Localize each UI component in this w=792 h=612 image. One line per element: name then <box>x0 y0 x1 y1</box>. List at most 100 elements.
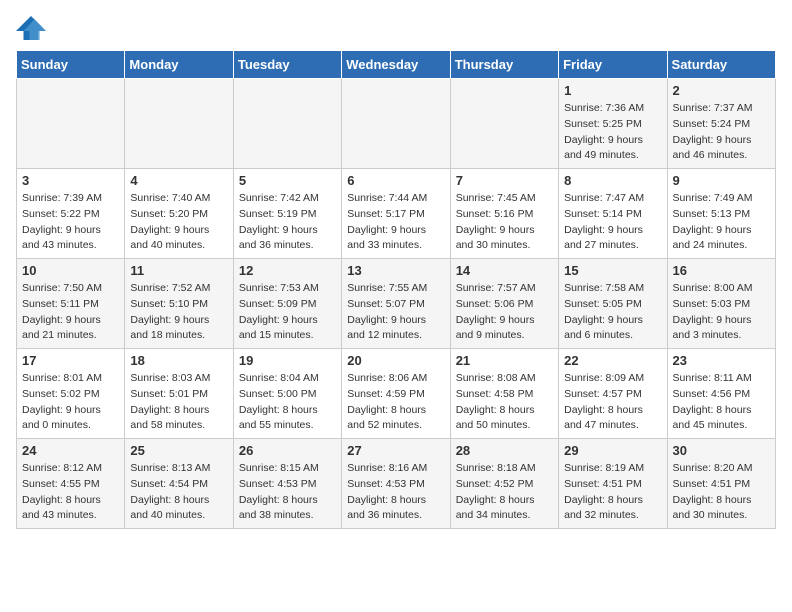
calendar-cell: 1 Sunrise: 7:36 AMSunset: 5:25 PMDayligh… <box>559 79 667 169</box>
calendar-header: Sunday Monday Tuesday Wednesday Thursday… <box>17 51 776 79</box>
day-info: Sunrise: 7:42 AMSunset: 5:19 PMDaylight:… <box>239 191 336 254</box>
day-info: Sunrise: 8:19 AMSunset: 4:51 PMDaylight:… <box>564 461 661 524</box>
day-number: 11 <box>130 263 227 278</box>
day-number: 22 <box>564 353 661 368</box>
day-number: 28 <box>456 443 553 458</box>
day-info: Sunrise: 8:13 AMSunset: 4:54 PMDaylight:… <box>130 461 227 524</box>
day-info: Sunrise: 8:08 AMSunset: 4:58 PMDaylight:… <box>456 371 553 434</box>
calendar-cell <box>342 79 450 169</box>
day-number: 24 <box>22 443 119 458</box>
calendar-cell: 19 Sunrise: 8:04 AMSunset: 5:00 PMDaylig… <box>233 349 341 439</box>
day-number: 27 <box>347 443 444 458</box>
day-number: 25 <box>130 443 227 458</box>
calendar-cell: 20 Sunrise: 8:06 AMSunset: 4:59 PMDaylig… <box>342 349 450 439</box>
day-info: Sunrise: 8:11 AMSunset: 4:56 PMDaylight:… <box>673 371 770 434</box>
day-info: Sunrise: 7:49 AMSunset: 5:13 PMDaylight:… <box>673 191 770 254</box>
day-info: Sunrise: 7:40 AMSunset: 5:20 PMDaylight:… <box>130 191 227 254</box>
day-number: 17 <box>22 353 119 368</box>
day-number: 1 <box>564 83 661 98</box>
day-info: Sunrise: 7:45 AMSunset: 5:16 PMDaylight:… <box>456 191 553 254</box>
header-wednesday: Wednesday <box>342 51 450 79</box>
header-monday: Monday <box>125 51 233 79</box>
day-number: 10 <box>22 263 119 278</box>
day-number: 21 <box>456 353 553 368</box>
calendar-cell: 17 Sunrise: 8:01 AMSunset: 5:02 PMDaylig… <box>17 349 125 439</box>
day-number: 18 <box>130 353 227 368</box>
logo-icon <box>16 16 46 40</box>
calendar-cell: 23 Sunrise: 8:11 AMSunset: 4:56 PMDaylig… <box>667 349 775 439</box>
day-info: Sunrise: 7:47 AMSunset: 5:14 PMDaylight:… <box>564 191 661 254</box>
calendar-cell: 22 Sunrise: 8:09 AMSunset: 4:57 PMDaylig… <box>559 349 667 439</box>
day-number: 2 <box>673 83 770 98</box>
day-info: Sunrise: 7:53 AMSunset: 5:09 PMDaylight:… <box>239 281 336 344</box>
day-number: 12 <box>239 263 336 278</box>
calendar-cell: 30 Sunrise: 8:20 AMSunset: 4:51 PMDaylig… <box>667 439 775 529</box>
day-number: 4 <box>130 173 227 188</box>
day-info: Sunrise: 8:01 AMSunset: 5:02 PMDaylight:… <box>22 371 119 434</box>
calendar-cell: 3 Sunrise: 7:39 AMSunset: 5:22 PMDayligh… <box>17 169 125 259</box>
calendar-cell: 5 Sunrise: 7:42 AMSunset: 5:19 PMDayligh… <box>233 169 341 259</box>
calendar-cell: 18 Sunrise: 8:03 AMSunset: 5:01 PMDaylig… <box>125 349 233 439</box>
calendar-cell: 29 Sunrise: 8:19 AMSunset: 4:51 PMDaylig… <box>559 439 667 529</box>
calendar-cell: 27 Sunrise: 8:16 AMSunset: 4:53 PMDaylig… <box>342 439 450 529</box>
day-number: 30 <box>673 443 770 458</box>
day-info: Sunrise: 7:57 AMSunset: 5:06 PMDaylight:… <box>456 281 553 344</box>
header-tuesday: Tuesday <box>233 51 341 79</box>
day-info: Sunrise: 7:44 AMSunset: 5:17 PMDaylight:… <box>347 191 444 254</box>
day-number: 14 <box>456 263 553 278</box>
header-sunday: Sunday <box>17 51 125 79</box>
calendar-cell <box>233 79 341 169</box>
day-info: Sunrise: 7:55 AMSunset: 5:07 PMDaylight:… <box>347 281 444 344</box>
calendar-body: 1 Sunrise: 7:36 AMSunset: 5:25 PMDayligh… <box>17 79 776 529</box>
day-number: 29 <box>564 443 661 458</box>
header-saturday: Saturday <box>667 51 775 79</box>
calendar-cell: 28 Sunrise: 8:18 AMSunset: 4:52 PMDaylig… <box>450 439 558 529</box>
calendar-cell <box>125 79 233 169</box>
calendar-cell: 7 Sunrise: 7:45 AMSunset: 5:16 PMDayligh… <box>450 169 558 259</box>
calendar-cell: 4 Sunrise: 7:40 AMSunset: 5:20 PMDayligh… <box>125 169 233 259</box>
day-number: 5 <box>239 173 336 188</box>
day-number: 20 <box>347 353 444 368</box>
calendar-table: Sunday Monday Tuesday Wednesday Thursday… <box>16 50 776 529</box>
day-info: Sunrise: 8:06 AMSunset: 4:59 PMDaylight:… <box>347 371 444 434</box>
day-number: 15 <box>564 263 661 278</box>
day-info: Sunrise: 7:36 AMSunset: 5:25 PMDaylight:… <box>564 101 661 164</box>
day-info: Sunrise: 7:37 AMSunset: 5:24 PMDaylight:… <box>673 101 770 164</box>
calendar-cell: 6 Sunrise: 7:44 AMSunset: 5:17 PMDayligh… <box>342 169 450 259</box>
calendar-cell: 16 Sunrise: 8:00 AMSunset: 5:03 PMDaylig… <box>667 259 775 349</box>
day-info: Sunrise: 7:50 AMSunset: 5:11 PMDaylight:… <box>22 281 119 344</box>
calendar-cell: 9 Sunrise: 7:49 AMSunset: 5:13 PMDayligh… <box>667 169 775 259</box>
day-info: Sunrise: 8:09 AMSunset: 4:57 PMDaylight:… <box>564 371 661 434</box>
day-info: Sunrise: 8:16 AMSunset: 4:53 PMDaylight:… <box>347 461 444 524</box>
day-info: Sunrise: 7:58 AMSunset: 5:05 PMDaylight:… <box>564 281 661 344</box>
calendar-cell: 2 Sunrise: 7:37 AMSunset: 5:24 PMDayligh… <box>667 79 775 169</box>
day-number: 6 <box>347 173 444 188</box>
calendar-cell: 8 Sunrise: 7:47 AMSunset: 5:14 PMDayligh… <box>559 169 667 259</box>
calendar-cell: 12 Sunrise: 7:53 AMSunset: 5:09 PMDaylig… <box>233 259 341 349</box>
day-info: Sunrise: 8:00 AMSunset: 5:03 PMDaylight:… <box>673 281 770 344</box>
day-info: Sunrise: 8:18 AMSunset: 4:52 PMDaylight:… <box>456 461 553 524</box>
calendar-cell <box>17 79 125 169</box>
calendar-cell: 26 Sunrise: 8:15 AMSunset: 4:53 PMDaylig… <box>233 439 341 529</box>
day-number: 3 <box>22 173 119 188</box>
calendar-cell: 21 Sunrise: 8:08 AMSunset: 4:58 PMDaylig… <box>450 349 558 439</box>
header-thursday: Thursday <box>450 51 558 79</box>
calendar-cell: 11 Sunrise: 7:52 AMSunset: 5:10 PMDaylig… <box>125 259 233 349</box>
calendar-cell: 10 Sunrise: 7:50 AMSunset: 5:11 PMDaylig… <box>17 259 125 349</box>
day-number: 13 <box>347 263 444 278</box>
calendar-cell: 25 Sunrise: 8:13 AMSunset: 4:54 PMDaylig… <box>125 439 233 529</box>
logo <box>16 16 50 40</box>
day-number: 16 <box>673 263 770 278</box>
calendar-cell: 14 Sunrise: 7:57 AMSunset: 5:06 PMDaylig… <box>450 259 558 349</box>
calendar-cell: 24 Sunrise: 8:12 AMSunset: 4:55 PMDaylig… <box>17 439 125 529</box>
day-info: Sunrise: 8:15 AMSunset: 4:53 PMDaylight:… <box>239 461 336 524</box>
day-info: Sunrise: 7:52 AMSunset: 5:10 PMDaylight:… <box>130 281 227 344</box>
day-number: 8 <box>564 173 661 188</box>
day-info: Sunrise: 8:12 AMSunset: 4:55 PMDaylight:… <box>22 461 119 524</box>
header-friday: Friday <box>559 51 667 79</box>
day-info: Sunrise: 8:04 AMSunset: 5:00 PMDaylight:… <box>239 371 336 434</box>
calendar-cell: 15 Sunrise: 7:58 AMSunset: 5:05 PMDaylig… <box>559 259 667 349</box>
calendar-cell: 13 Sunrise: 7:55 AMSunset: 5:07 PMDaylig… <box>342 259 450 349</box>
day-number: 7 <box>456 173 553 188</box>
day-info: Sunrise: 8:20 AMSunset: 4:51 PMDaylight:… <box>673 461 770 524</box>
